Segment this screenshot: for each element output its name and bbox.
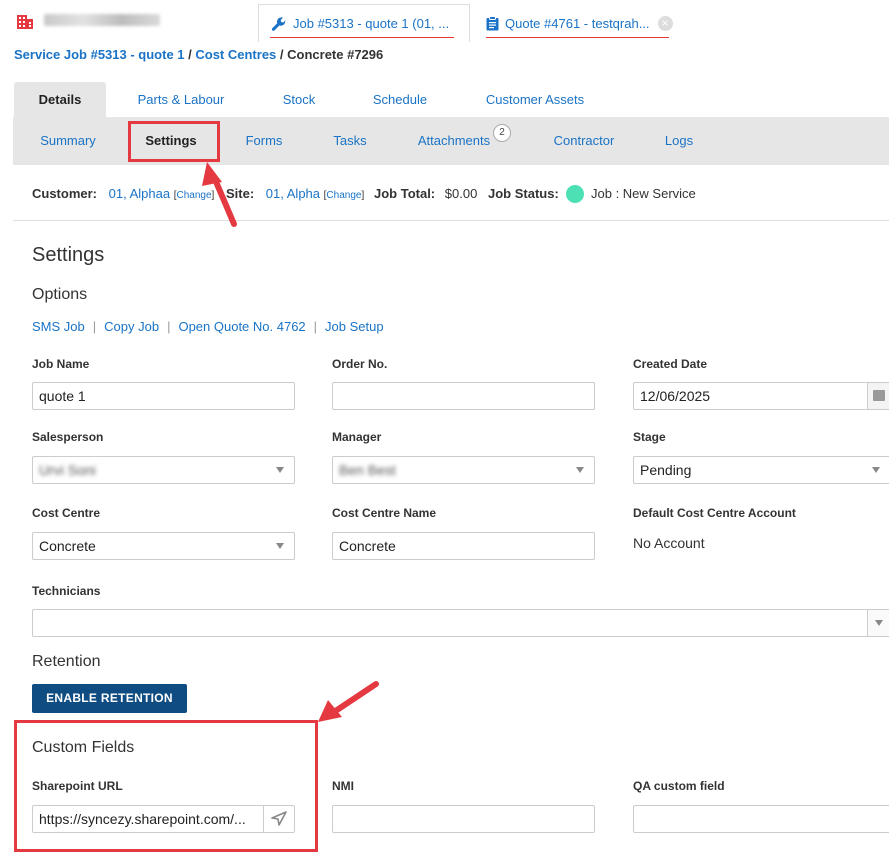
annotation-arrows: [202, 162, 379, 722]
arrow-to-custom-fields-icon: [318, 681, 379, 722]
arrow-to-settings-icon: [202, 162, 237, 227]
